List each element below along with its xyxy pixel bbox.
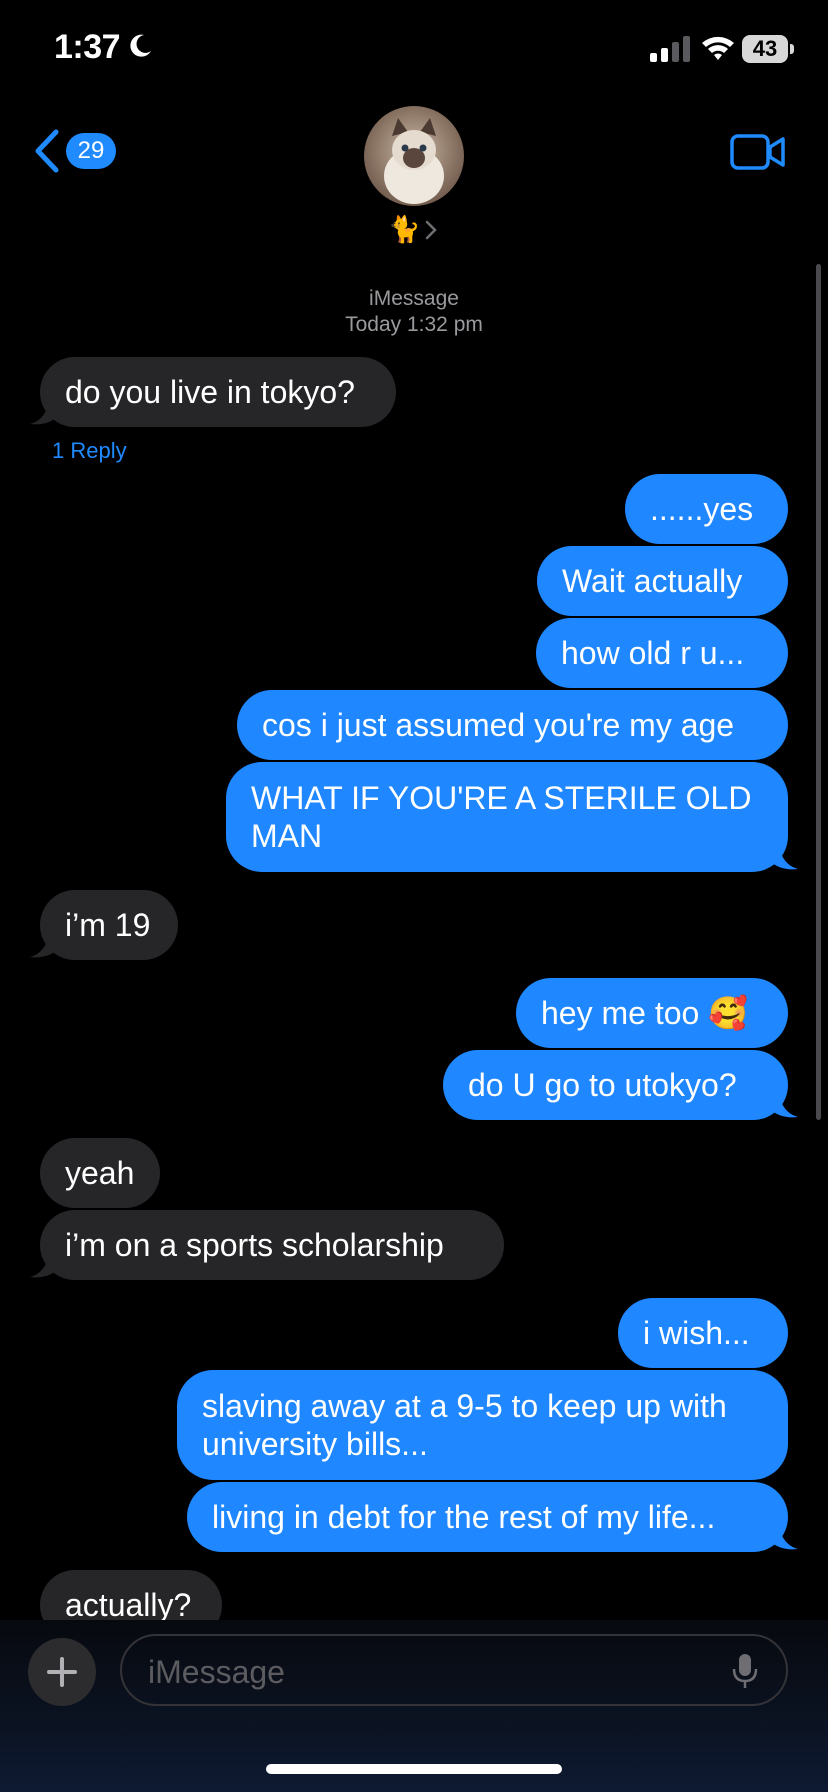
cat-photo-icon [364, 106, 464, 206]
microphone-icon[interactable] [730, 1652, 760, 1690]
plus-icon [47, 1657, 77, 1687]
message-bubble-outgoing[interactable]: living in debt for the rest of my life..… [187, 1482, 788, 1552]
unread-count-badge[interactable]: 29 [66, 133, 116, 169]
bubble-tail [30, 1251, 58, 1278]
message-bubble-outgoing[interactable]: cos i just assumed you're my age [237, 690, 788, 760]
bubble-tail [770, 1523, 798, 1550]
reply-link[interactable]: 1 Reply [52, 438, 127, 464]
message-bubble-incoming[interactable]: yeah [40, 1138, 160, 1208]
message-bubble-outgoing[interactable]: do U go to utokyo? [443, 1050, 788, 1120]
message-bubble-outgoing[interactable]: how old r u... [536, 618, 788, 688]
bubble-tail [30, 931, 58, 958]
battery-tip [790, 44, 794, 54]
status-time: 1:37 [54, 28, 121, 66]
message-bubble-outgoing[interactable]: hey me too 🥰 [516, 978, 788, 1048]
message-bubble-outgoing[interactable]: WHAT IF YOU'RE A STERILE OLD MAN [226, 762, 788, 872]
message-bubble-incoming[interactable]: i’m on a sports scholarship [40, 1210, 504, 1280]
home-indicator[interactable] [266, 1764, 562, 1774]
wifi-icon [702, 36, 734, 60]
status-bar: 1:37 43 [0, 0, 828, 100]
contact-name[interactable]: 🐈 [388, 214, 420, 245]
cellular-signal-icon [650, 36, 690, 62]
chevron-right-icon[interactable] [424, 218, 438, 242]
battery-indicator: 43 [742, 35, 788, 63]
message-bubble-outgoing[interactable]: Wait actually [537, 546, 788, 616]
message-bubble-outgoing[interactable]: slaving away at a 9-5 to keep up with un… [177, 1370, 788, 1480]
service-label: iMessage [369, 287, 459, 310]
message-bubble-incoming[interactable]: do you live in tokyo? [40, 357, 396, 427]
scrollbar[interactable] [816, 264, 821, 1120]
moon-icon [130, 34, 151, 57]
message-bubble-outgoing[interactable]: i wish... [618, 1298, 788, 1368]
message-input[interactable]: iMessage [120, 1634, 788, 1706]
thread-timestamp: Today 1:32 pm [345, 313, 483, 336]
bubble-tail [30, 398, 58, 425]
message-bubble-incoming[interactable]: i’m 19 [40, 890, 178, 960]
back-chevron-icon[interactable] [30, 128, 66, 174]
video-call-icon[interactable] [730, 132, 786, 172]
bubble-tail [770, 843, 798, 870]
message-input-placeholder: iMessage [148, 1654, 285, 1690]
contact-avatar[interactable] [364, 106, 464, 206]
plus-button[interactable] [28, 1638, 96, 1706]
message-bubble-outgoing[interactable]: ......yes [625, 474, 788, 544]
bubble-tail [770, 1091, 798, 1118]
